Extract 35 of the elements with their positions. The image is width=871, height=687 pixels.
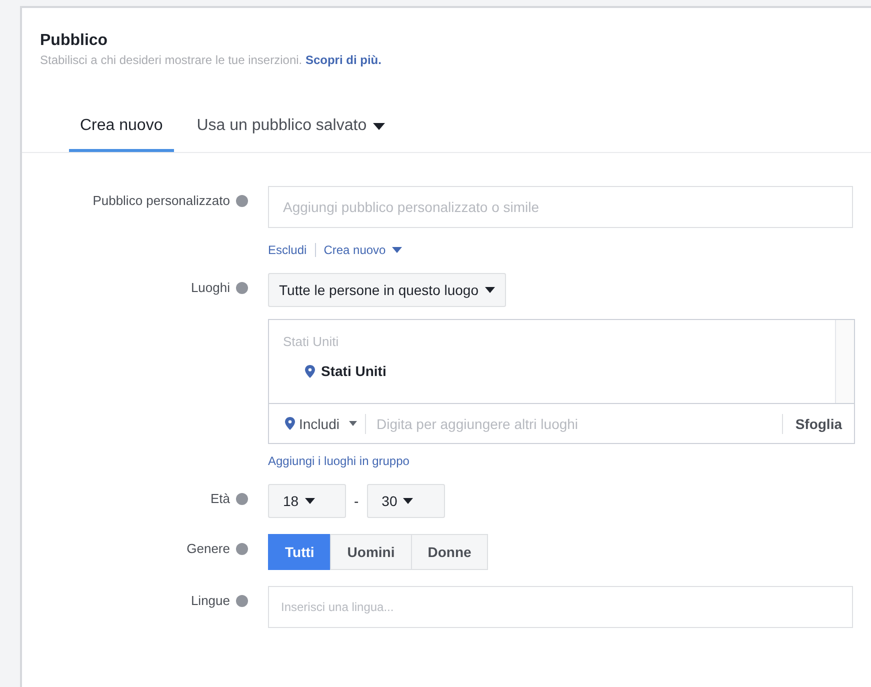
tab[interactable]: Usa un pubblico salvato — [186, 117, 396, 152]
age-max-dropdown[interactable]: 30 — [366, 484, 445, 518]
info-icon[interactable] — [236, 282, 248, 294]
field-label: Pubblico personalizzato — [92, 193, 230, 208]
info-icon[interactable] — [236, 543, 248, 555]
group-locations-link[interactable]: Aggiungi i luoghi in gruppo — [268, 454, 853, 468]
input-field[interactable]: Inserisci una lingua... — [268, 586, 853, 628]
selected-place[interactable]: Stati Uniti — [321, 363, 386, 379]
info-icon[interactable] — [236, 493, 248, 505]
info-icon[interactable] — [236, 195, 248, 207]
field-label: Lingue — [190, 593, 230, 608]
dropdown-button[interactable]: Tutte le persone in questo luogo — [268, 273, 506, 307]
caret-icon — [372, 122, 385, 130]
info-icon[interactable] — [236, 595, 248, 607]
tab[interactable]: Crea nuovo — [69, 117, 174, 152]
learn-more-link[interactable]: Scopri di più. — [305, 53, 382, 67]
age-min-dropdown[interactable]: 18 — [268, 484, 346, 518]
caret-icon — [392, 247, 402, 253]
browse-button[interactable]: Sfoglia — [782, 414, 854, 434]
gender-option[interactable]: Donne — [410, 534, 488, 570]
input-field[interactable]: Aggiungi pubblico personalizzato o simile — [268, 186, 853, 228]
field-label: Luoghi — [190, 280, 230, 295]
location-pin-icon — [305, 364, 315, 378]
scrollbar[interactable] — [835, 320, 854, 403]
range-separator: - — [354, 493, 359, 509]
list-heading: Stati Uniti — [283, 334, 340, 349]
location-pin-icon — [285, 417, 295, 430]
field-label: Genere — [186, 541, 230, 556]
link[interactable]: Escludi — [268, 243, 307, 257]
section-subtitle: Stabilisci a chi desideri mostrare le tue inserzioni. — [40, 53, 302, 67]
link[interactable]: Crea nuovo — [324, 243, 402, 257]
section-title: Pubblico — [40, 31, 109, 51]
gender-option[interactable]: Tutti — [268, 534, 332, 570]
field-label: Età — [210, 491, 230, 506]
gender-option[interactable]: Uomini — [330, 534, 412, 570]
